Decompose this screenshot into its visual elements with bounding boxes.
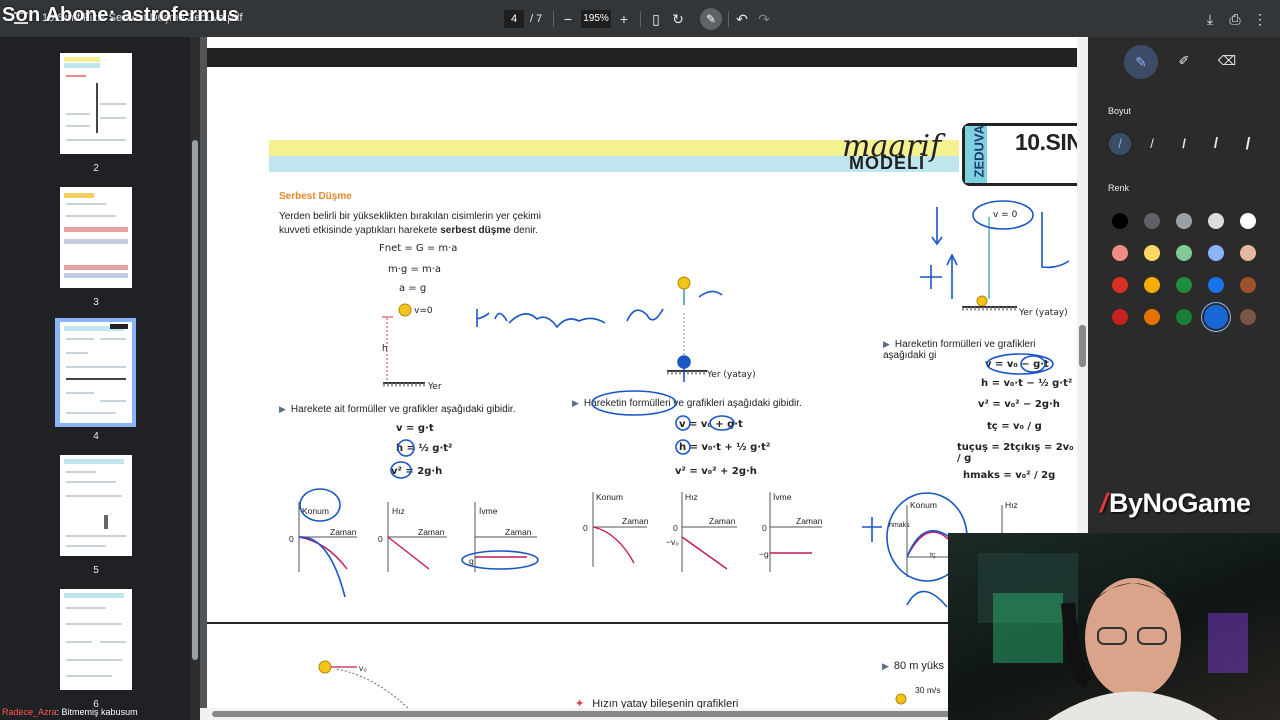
color-swatch[interactable]: [1144, 309, 1160, 325]
color-swatch[interactable]: [1240, 277, 1256, 293]
sidebar-scrollbar-thumb[interactable]: [192, 140, 198, 660]
zoom-input[interactable]: 195%: [581, 10, 611, 28]
color-swatch[interactable]: [1144, 277, 1160, 293]
color-label: Renk: [1108, 183, 1130, 193]
eraser-icon[interactable]: ⌫: [1217, 53, 1237, 69]
upward-throw-diagram: [962, 217, 1017, 311]
color-swatch[interactable]: [1176, 277, 1192, 293]
zoom-in-icon[interactable]: +: [614, 9, 634, 29]
print-icon[interactable]: ⎙: [1225, 9, 1245, 29]
page-thumbnail-active[interactable]: [60, 322, 132, 423]
color-swatch[interactable]: [1208, 277, 1224, 293]
stream-ticker: Radece_Azra: Bitmemiş kabusum: [0, 704, 190, 720]
page-thumbnail[interactable]: [60, 53, 132, 154]
diagram-layer: [298, 200, 1070, 713]
toolbar-divider: [728, 11, 729, 27]
thumbnail-page-number: 4: [93, 431, 99, 442]
webcam-image: [978, 553, 1248, 720]
rotate-icon[interactable]: ↻: [668, 9, 688, 29]
more-icon[interactable]: ⋮: [1250, 9, 1270, 29]
color-swatch[interactable]: [1208, 213, 1224, 229]
page-thumbnail[interactable]: [60, 455, 132, 556]
color-swatch[interactable]: [1204, 305, 1228, 329]
color-swatch[interactable]: [1240, 309, 1256, 325]
color-swatch[interactable]: [1144, 245, 1160, 261]
color-swatch[interactable]: [1176, 245, 1192, 261]
thumbnail-page-number: 2: [93, 163, 99, 174]
undo-icon[interactable]: ↶: [732, 9, 752, 29]
color-swatch[interactable]: [1112, 245, 1128, 261]
color-swatch[interactable]: [1176, 213, 1192, 229]
color-swatch[interactable]: [1112, 309, 1128, 325]
page-total: / 7: [530, 13, 543, 25]
color-swatch[interactable]: [1240, 213, 1256, 229]
size-option-xl[interactable]: /: [1237, 133, 1259, 155]
horizontal-scrollbar-thumb[interactable]: [212, 711, 1047, 717]
free-fall-diagram: [382, 303, 425, 387]
color-swatch[interactable]: [1176, 309, 1192, 325]
webcam-feed: [948, 533, 1280, 720]
thumbnail-page-number: 3: [93, 297, 99, 308]
page-thumbnail[interactable]: [60, 589, 132, 690]
fit-page-icon[interactable]: ▯: [646, 9, 666, 29]
color-swatch[interactable]: [1144, 213, 1160, 229]
size-option-m[interactable]: /: [1173, 133, 1195, 155]
ticker-message: : Bitmemiş kabusum: [56, 707, 138, 717]
graph-curves: [298, 526, 963, 570]
color-swatch[interactable]: [1112, 213, 1128, 229]
thumbnail-page-number: 5: [93, 565, 99, 576]
sponsor-name: ByNoGame: [1109, 488, 1251, 518]
pen-icon[interactable]: ✎: [1124, 45, 1158, 79]
size-option-s[interactable]: /: [1141, 133, 1163, 155]
color-swatch[interactable]: [1208, 245, 1224, 261]
toolbar-divider: [553, 11, 554, 27]
annotate-icon[interactable]: ✎: [700, 8, 722, 30]
pdf-page: maarif MODELİ ZEDUVA 10.SINIF Serbest Dü…: [207, 37, 1088, 720]
zoom-out-icon[interactable]: −: [558, 9, 578, 29]
download-icon[interactable]: ⤓: [1200, 9, 1220, 29]
color-swatch[interactable]: [1112, 277, 1128, 293]
size-label: Boyut: [1108, 106, 1132, 116]
stream-overlay-title: Son Abone: astrofermus: [2, 4, 240, 26]
redo-icon[interactable]: ↷: [754, 9, 774, 29]
toolbar-divider: [640, 11, 641, 27]
page-number-input[interactable]: 4: [504, 10, 524, 28]
ticker-user: Radece_Azra: [2, 707, 57, 717]
highlighter-icon[interactable]: ✐: [1174, 53, 1194, 69]
page-thumbnail[interactable]: [60, 187, 132, 288]
viewer-scrollbar-thumb[interactable]: [1079, 325, 1086, 367]
sponsor-logo: /ByNoGame: [1100, 488, 1251, 519]
size-option-xs[interactable]: /: [1109, 133, 1131, 155]
sponsor-mark-icon: /: [1100, 488, 1108, 518]
size-option-l[interactable]: /: [1205, 133, 1227, 155]
color-swatch[interactable]: [1240, 245, 1256, 261]
